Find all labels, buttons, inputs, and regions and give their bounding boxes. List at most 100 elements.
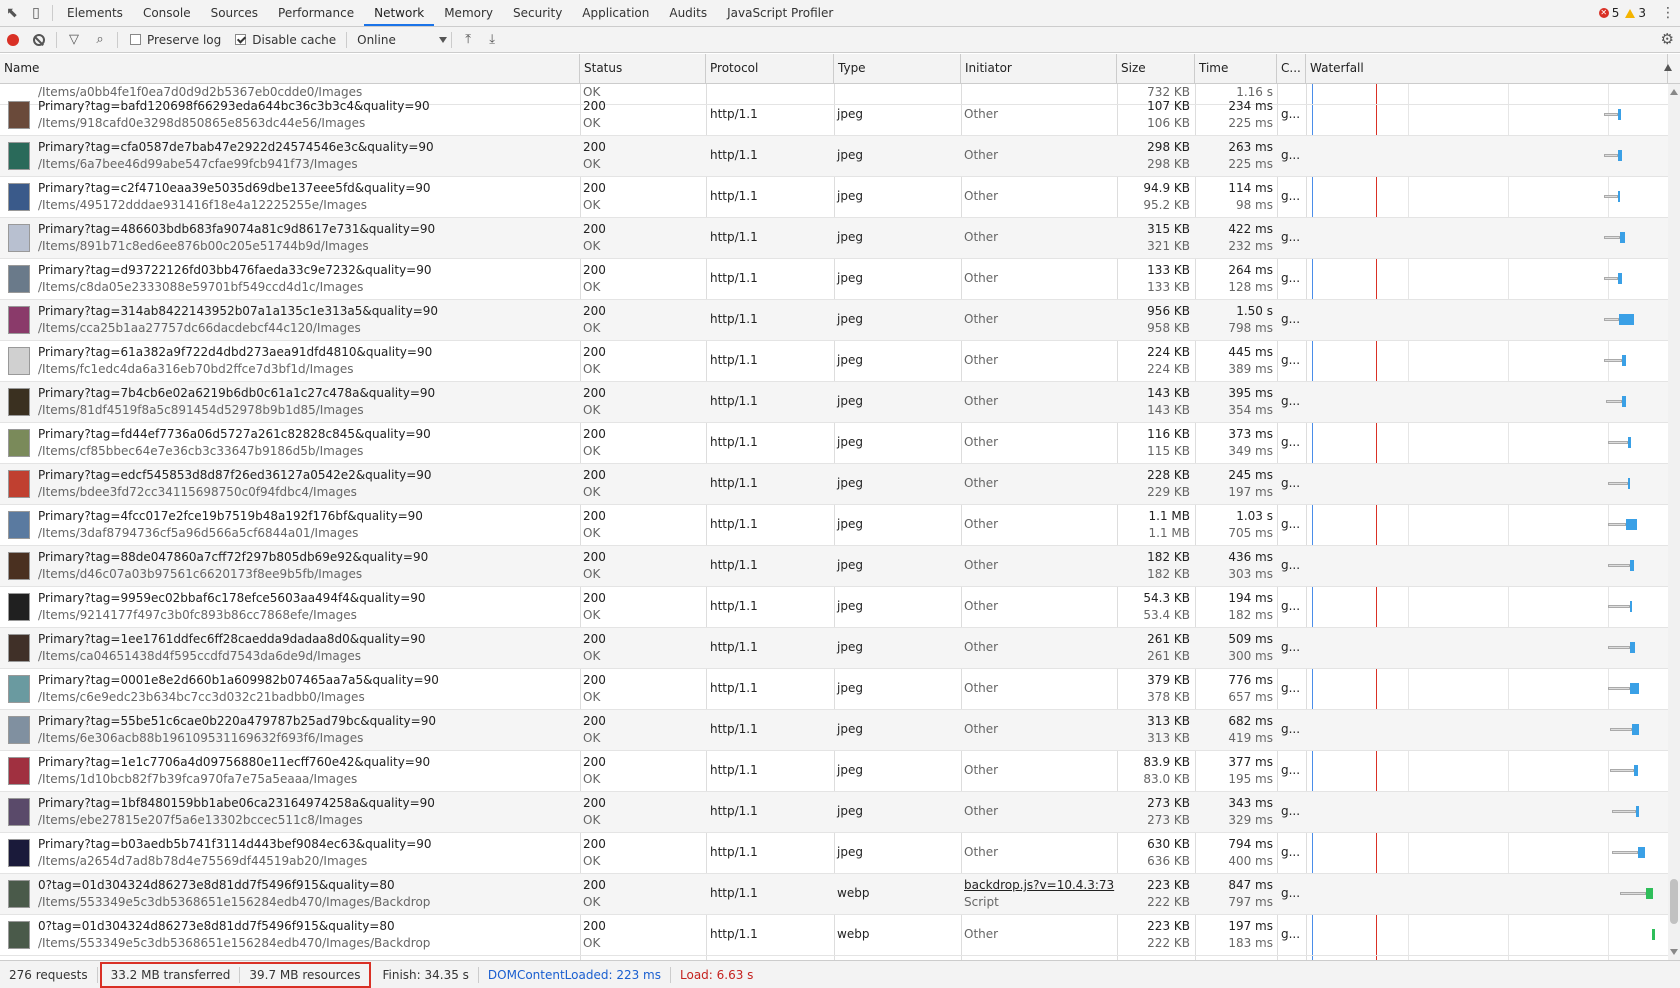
waterfall-bar[interactable] [1620, 888, 1653, 899]
scrollbar-thumb[interactable] [1670, 879, 1678, 924]
waterfall-bar[interactable] [1608, 560, 1634, 571]
column-header-size[interactable]: Size [1117, 54, 1195, 83]
tab-application[interactable]: Application [572, 0, 659, 26]
waterfall-bar[interactable] [1608, 601, 1632, 612]
waterfall-bar[interactable] [1604, 150, 1622, 161]
record-button[interactable] [0, 27, 26, 53]
tab-javascript-profiler[interactable]: JavaScript Profiler [717, 0, 843, 26]
column-header-initiator[interactable]: Initiator [961, 54, 1117, 83]
table-row[interactable]: Primary?tag=61a382a9f722d4dbd273aea91dfd… [0, 341, 1668, 382]
scroll-up-arrow-icon[interactable] [1670, 89, 1678, 95]
issue-counters[interactable]: ✕ 5 3 ⋮ [1598, 0, 1680, 26]
column-header-protocol[interactable]: Protocol [706, 54, 834, 83]
column-header-status[interactable]: Status [580, 54, 706, 83]
tab-elements[interactable]: Elements [57, 0, 133, 26]
waterfall-bar[interactable] [1608, 683, 1639, 694]
table-row[interactable]: Primary?tag=55be51c6cae0b220a479787b25ad… [0, 710, 1668, 751]
table-row[interactable]: Primary?tag=486603bdb683fa9074a81c9d8617… [0, 218, 1668, 259]
table-row[interactable]: Primary?tag=1e1c7706a4d09756880e11ecff76… [0, 751, 1668, 792]
more-options-icon[interactable]: ⋮ [1656, 5, 1680, 21]
waterfall-bar[interactable] [1604, 109, 1621, 120]
tab-performance[interactable]: Performance [268, 0, 364, 26]
sort-ascending-icon[interactable] [1664, 64, 1672, 71]
disable-cache-checkbox[interactable]: Disable cache [235, 33, 336, 47]
vertical-scrollbar[interactable] [1668, 84, 1680, 960]
request-path: /Items/553349e5c3db5368651e156284edb470/… [38, 936, 431, 950]
tab-network[interactable]: Network [364, 0, 435, 26]
table-row[interactable]: Primary?tag=314ab8422143952b07a1a135c1e3… [0, 300, 1668, 341]
initiator-link[interactable]: backdrop.js?v=10.4.3:73 [964, 877, 1114, 894]
waterfall-bar[interactable] [1610, 765, 1638, 776]
waterfall-bar[interactable] [1604, 191, 1620, 202]
clear-button[interactable] [26, 27, 52, 53]
import-har-icon[interactable]: ⤒ [456, 32, 480, 47]
cache-cell: g... [1281, 558, 1301, 572]
request-name: Primary?tag=9959ec02bbaf6c178efce5603aa4… [38, 591, 426, 605]
protocol-cell: http/1.1 [710, 927, 758, 941]
table-row[interactable]: Primary?tag=fd44ef7736a06d5727a261c82828… [0, 423, 1668, 464]
waterfall-bar[interactable] [1606, 396, 1626, 407]
throttling-select[interactable]: Online [357, 33, 448, 47]
waterfall-bar[interactable] [1612, 847, 1645, 858]
waterfall-bar[interactable] [1608, 478, 1630, 489]
cache-cell: g... [1281, 763, 1301, 777]
waterfall-bar[interactable] [1652, 929, 1655, 940]
waterfall-bar[interactable] [1604, 355, 1626, 366]
initiator-cell: Other [964, 927, 999, 941]
table-row[interactable]: Primary?tag=1bf8480159bb1abe06ca23164974… [0, 792, 1668, 833]
table-row[interactable]: 0?tag=01d304324d86273e8d81dd7f5496f915&q… [0, 874, 1668, 915]
resource-size: 378 KB [1147, 690, 1190, 704]
tab-audits[interactable]: Audits [659, 0, 717, 26]
column-header-name[interactable]: Name [0, 54, 580, 83]
tab-sources[interactable]: Sources [201, 0, 268, 26]
type-cell: jpeg [837, 681, 863, 695]
tab-security[interactable]: Security [503, 0, 572, 26]
scroll-down-arrow-icon[interactable] [1670, 949, 1678, 955]
waterfall-waiting [1612, 810, 1636, 813]
waterfall-bar[interactable] [1610, 724, 1639, 735]
search-button[interactable]: ⌕ [87, 27, 113, 53]
waterfall-bar[interactable] [1608, 519, 1637, 530]
table-row[interactable]: Primary?tag=88de047860a7cff72f297b805db6… [0, 546, 1668, 587]
table-row[interactable]: Primary?tag=1ee1761ddfec6ff28caedda9dada… [0, 628, 1668, 669]
type-cell: jpeg [837, 476, 863, 490]
column-header-type[interactable]: Type [834, 54, 961, 83]
waterfall-bar[interactable] [1604, 232, 1625, 243]
waterfall-bar[interactable] [1612, 806, 1639, 817]
tab-memory[interactable]: Memory [434, 0, 503, 26]
waterfall-bar[interactable] [1604, 273, 1622, 284]
cache-cell: g... [1281, 394, 1301, 408]
resource-size: 298 KB [1147, 157, 1190, 171]
table-row[interactable]: Primary?tag=edcf545853d8d87f26ed36127a05… [0, 464, 1668, 505]
table-row[interactable]: Primary?tag=d93722126fd03bb476faeda33c9e… [0, 259, 1668, 300]
initiator-cell: Other [964, 435, 999, 449]
device-toolbar-icon[interactable]: ▯ [24, 0, 48, 26]
inspect-element-icon[interactable]: ⬉ [0, 0, 24, 26]
table-row[interactable]: Primary?tag=7b4cb6e02a6219b6db0c61a1c27c… [0, 382, 1668, 423]
column-header-waterfall[interactable]: Waterfall [1306, 54, 1668, 83]
request-path: /Items/1d10bcb82f7b39fca970fa7e75a5eaaa/… [38, 772, 358, 786]
tab-console[interactable]: Console [133, 0, 201, 26]
table-row[interactable]: Primary?tag=cfa0587de7bab47e2922d2457454… [0, 136, 1668, 177]
request-path: /Items/3daf8794736cf5a96d566a5cf6844a01/… [38, 526, 359, 540]
table-row[interactable]: Primary?tag=9959ec02bbaf6c178efce5603aa4… [0, 587, 1668, 628]
waterfall-bar[interactable] [1608, 642, 1635, 653]
export-har-icon[interactable]: ⤓ [480, 32, 504, 47]
cache-cell: g... [1281, 927, 1301, 941]
status-code: 200 [583, 427, 606, 441]
column-header-time[interactable]: Time [1195, 54, 1277, 83]
waterfall-bar[interactable] [1604, 314, 1634, 325]
table-row[interactable]: Primary?tag=bafd120698f66293eda644bc36c3… [0, 95, 1668, 136]
filter-button[interactable]: ▽ [61, 27, 87, 53]
table-row[interactable]: Primary?tag=4fcc017e2fce19b7519b48a192f1… [0, 505, 1668, 546]
column-header-c[interactable]: C... [1277, 54, 1306, 83]
waterfall-bar[interactable] [1608, 437, 1631, 448]
table-row[interactable]: Primary?tag=0001e8e2d660b1a609982b07465a… [0, 669, 1668, 710]
table-row[interactable]: Primary?tag=b03aedb5b741f3114d443bef9084… [0, 833, 1668, 874]
latency: 354 ms [1228, 403, 1273, 417]
preserve-log-checkbox[interactable]: Preserve log [130, 33, 221, 47]
table-row[interactable]: 0?tag=01d304324d86273e8d81dd7f5496f915&q… [0, 915, 1668, 956]
table-row[interactable]: Primary?tag=c2f4710eaa39e5035d69dbe137ee… [0, 177, 1668, 218]
settings-gear-icon[interactable]: ⚙ [1661, 30, 1674, 48]
cache-cell: g... [1281, 107, 1301, 121]
